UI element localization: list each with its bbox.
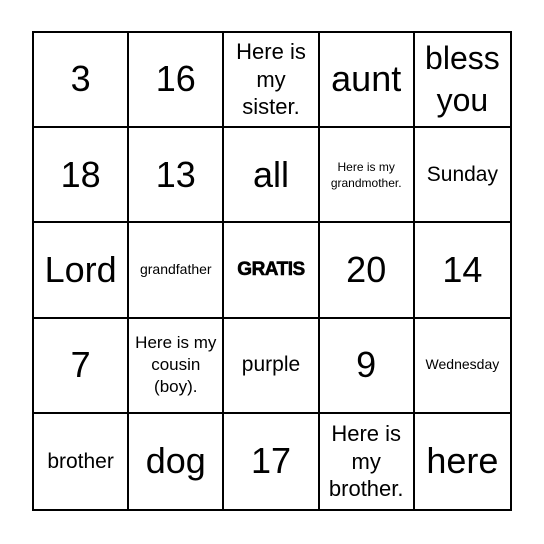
bingo-cell[interactable]: all [224, 128, 320, 224]
cell-text: 18 [60, 153, 101, 195]
bingo-cell[interactable]: 9 [319, 318, 415, 414]
cell-text: all [252, 153, 289, 195]
cell-text: here [426, 440, 499, 482]
bingo-cell[interactable]: 3 [34, 33, 130, 129]
bingo-cell[interactable]: Here is my brother. [320, 413, 415, 509]
cell-text: Here is my brother. [328, 421, 404, 502]
cell-text: 7 [70, 344, 91, 386]
cell-text: Sunday [426, 163, 498, 187]
bingo-cell[interactable]: Here is my cousin (boy). [129, 318, 225, 414]
cell-text: 13 [155, 153, 196, 195]
bingo-cell[interactable]: Lord [34, 223, 130, 319]
bingo-cell[interactable]: 17 [224, 413, 320, 509]
cell-text: 16 [155, 58, 196, 100]
bingo-cell[interactable]: Here is my grandmother. [319, 128, 415, 224]
cell-text: Lord [44, 248, 117, 290]
bingo-cell[interactable]: Sunday [414, 128, 510, 224]
bingo-cell[interactable]: 20 [319, 223, 415, 319]
cell-text: 9 [356, 344, 377, 386]
cell-text: 17 [250, 440, 292, 482]
cell-text: 3 [70, 58, 91, 100]
cell-text: brother [47, 449, 114, 473]
bingo-cell[interactable]: here [415, 414, 510, 509]
cell-text: Wednesday [425, 356, 500, 373]
free-space-cell[interactable]: GRATIS [224, 223, 320, 319]
cell-text: grandfather [139, 261, 212, 278]
bingo-cell[interactable]: purple [224, 318, 320, 414]
bingo-cell[interactable]: 16 [129, 33, 225, 129]
bingo-cell[interactable]: 18 [34, 128, 130, 224]
free-space-label: GRATIS [237, 259, 305, 281]
cell-text: purple [241, 353, 301, 377]
cell-text: Here is my sister. [236, 39, 306, 120]
bingo-cell[interactable]: aunt [319, 33, 415, 129]
bingo-cell[interactable]: 7 [34, 318, 130, 414]
cell-text: Here is my grandmother. [330, 159, 402, 190]
bingo-cell[interactable]: grandfather [129, 223, 225, 319]
cell-text: Here is my cousin (boy). [135, 333, 217, 397]
bingo-cell[interactable]: 13 [129, 128, 225, 224]
bingo-cell[interactable]: Here is my sister. [224, 33, 320, 129]
cell-text: aunt [331, 58, 402, 100]
cell-text: 20 [346, 248, 387, 290]
bingo-cell[interactable]: 14 [414, 223, 510, 319]
bingo-cell[interactable]: dog [129, 413, 225, 509]
bingo-cell[interactable]: bless you [414, 33, 510, 129]
cell-text: bless you [425, 40, 500, 118]
bingo-cell[interactable]: brother [34, 413, 130, 509]
cell-text: dog [145, 440, 206, 482]
cell-text: 14 [442, 248, 483, 290]
bingo-board: 3 16 Here is my sister. aunt bless you 1… [32, 31, 512, 511]
bingo-cell[interactable]: Wednesday [414, 319, 510, 414]
